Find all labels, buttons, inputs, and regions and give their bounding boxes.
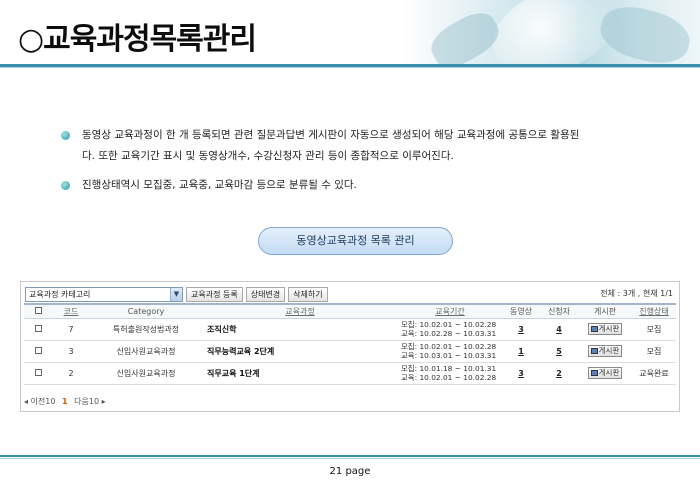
course-list-panel: 교육과정 카테고리 ▼ 교육과정 등록 상태변경 삭제하기 전체 : 3개 , … xyxy=(20,281,680,412)
column-header-board: 게시판 xyxy=(578,303,632,319)
select-all-checkbox-cell xyxy=(24,303,52,319)
row-checkbox-cell xyxy=(24,340,52,363)
description-list: 동영상 교육과정이 한 개 등록되면 관련 질문과답변 게시판이 자동으로 생성… xyxy=(58,125,648,196)
period-training: 교육: 10.02.01 ~ 10.02.28 xyxy=(401,373,497,382)
board-button-label: 게시판 xyxy=(598,346,620,355)
header-divider-thin xyxy=(0,67,700,68)
page-number: 21 page xyxy=(329,466,371,477)
column-header-code[interactable]: 코드 xyxy=(52,303,90,319)
cell-applicants-link[interactable]: 4 xyxy=(540,318,578,341)
cell-applicants-link[interactable]: 2 xyxy=(540,362,578,385)
board-icon xyxy=(590,348,598,354)
cell-period: 모집: 10.02.01 ~ 10.02.28 교육: 10.02.28 ~ 1… xyxy=(398,318,502,341)
toolbar: 교육과정 카테고리 ▼ 교육과정 등록 상태변경 삭제하기 xyxy=(25,286,328,302)
cell-applicants-link[interactable]: 5 xyxy=(540,340,578,363)
row-checkbox[interactable] xyxy=(34,368,42,376)
description-text: 동영상 교육과정이 한 개 등록되면 관련 질문과답변 게시판이 자동으로 생성… xyxy=(82,129,580,141)
cell-course-link[interactable]: 조직신학 xyxy=(202,318,398,341)
cell-category: 신입사원교육과정 xyxy=(90,340,202,363)
column-header-period[interactable]: 교육기간 xyxy=(398,303,502,319)
period-recruit: 모집: 10.02.01 ~ 10.02.28 xyxy=(401,342,497,351)
row-checkbox-cell xyxy=(24,318,52,341)
column-header-course[interactable]: 교육과정 xyxy=(202,303,398,319)
pager-next-link[interactable]: 다음10 ▸ xyxy=(74,397,105,406)
header-decoration-image xyxy=(400,0,700,64)
footer-divider xyxy=(0,455,700,457)
header: ○교육과정목록관리 xyxy=(0,0,700,64)
footer-divider-thin xyxy=(0,458,700,459)
category-select[interactable]: 교육과정 카테고리 ▼ xyxy=(25,286,183,302)
description-item: 진행상태역시 모집중, 교육중, 교육마감 등으로 분류될 수 있다. xyxy=(58,175,648,196)
description-text: 진행상태역시 모집중, 교육중, 교육마감 등으로 분류될 수 있다. xyxy=(82,179,357,191)
cell-board: 게시판 xyxy=(578,318,632,341)
cell-videos-link[interactable]: 3 xyxy=(502,318,540,341)
select-all-checkbox[interactable] xyxy=(34,306,42,314)
cell-code: 3 xyxy=(52,340,90,363)
cell-course-link[interactable]: 직무능력교육 2단계 xyxy=(202,340,398,363)
cell-category: 특허출원작성법과정 xyxy=(90,318,202,341)
cell-code: 7 xyxy=(52,318,90,341)
row-checkbox-cell xyxy=(24,362,52,385)
period-training: 교육: 10.02.28 ~ 10.03.31 xyxy=(401,329,497,338)
cell-status: 모집 xyxy=(632,340,676,363)
pagination: ◂ 이전10 1 다음10 ▸ xyxy=(24,396,106,407)
period-recruit: 모집: 10.01.18 ~ 10.01.31 xyxy=(401,364,497,373)
column-header-applicants: 신청자 xyxy=(540,303,578,319)
row-checkbox[interactable] xyxy=(34,324,42,332)
page-title: ○교육과정목록관리 xyxy=(18,22,257,57)
cell-board: 게시판 xyxy=(578,340,632,363)
cell-videos-link[interactable]: 3 xyxy=(502,362,540,385)
table-header-row: 코드 Category 교육과정 교육기간 동영상 신청자 게시판 진행상태 xyxy=(24,303,676,319)
pager-current-page[interactable]: 1 xyxy=(62,397,68,406)
chevron-down-icon[interactable]: ▼ xyxy=(170,287,182,301)
section-label-pill: 동영상교육과정 목록 관리 xyxy=(258,227,453,255)
board-icon xyxy=(590,326,598,332)
board-button[interactable]: 게시판 xyxy=(587,367,623,379)
period-recruit: 모집: 10.02.01 ~ 10.02.28 xyxy=(401,320,497,329)
description-text: 다. 또한 교육기간 표시 및 동영상개수, 수강신청자 관리 등이 종합적으로… xyxy=(82,150,454,162)
table-row: 7 특허출원작성법과정 조직신학 모집: 10.02.01 ~ 10.02.28… xyxy=(24,318,676,341)
cell-board: 게시판 xyxy=(578,362,632,385)
board-icon xyxy=(590,370,598,376)
category-select-value: 교육과정 카테고리 xyxy=(29,289,91,299)
bullet-icon xyxy=(61,181,70,190)
cell-category: 신입사원교육과정 xyxy=(90,362,202,385)
table-row: 3 신입사원교육과정 직무능력교육 2단계 모집: 10.02.01 ~ 10.… xyxy=(24,340,676,363)
cell-status: 모집 xyxy=(632,318,676,341)
list-summary: 전체 : 3개 , 현재 1/1 xyxy=(600,289,673,298)
course-table: 코드 Category 교육과정 교육기간 동영상 신청자 게시판 진행상태 7… xyxy=(24,303,676,385)
table-row: 2 신입사원교육과정 직무교육 1단계 모집: 10.01.18 ~ 10.01… xyxy=(24,362,676,385)
board-button[interactable]: 게시판 xyxy=(587,323,623,335)
cell-period: 모집: 10.01.18 ~ 10.01.31 교육: 10.02.01 ~ 1… xyxy=(398,362,502,385)
board-button-label: 게시판 xyxy=(598,324,620,333)
change-status-button[interactable]: 상태변경 xyxy=(245,286,286,302)
pager-prev-link[interactable]: ◂ 이전10 xyxy=(24,397,55,406)
column-header-videos: 동영상 xyxy=(502,303,540,319)
delete-button[interactable]: 삭제하기 xyxy=(288,286,328,302)
cell-code: 2 xyxy=(52,362,90,385)
bullet-icon xyxy=(61,131,70,140)
row-checkbox[interactable] xyxy=(34,346,42,354)
period-training: 교육: 10.03.01 ~ 10.03.31 xyxy=(401,351,497,360)
board-button-label: 게시판 xyxy=(598,368,620,377)
cell-videos-link[interactable]: 1 xyxy=(502,340,540,363)
cell-course-link[interactable]: 직무교육 1단계 xyxy=(202,362,398,385)
cell-status: 교육완료 xyxy=(632,362,676,385)
register-course-button[interactable]: 교육과정 등록 xyxy=(186,286,243,302)
column-header-category: Category xyxy=(90,303,202,319)
column-header-status[interactable]: 진행상태 xyxy=(632,303,676,319)
board-button[interactable]: 게시판 xyxy=(587,345,623,357)
cell-period: 모집: 10.02.01 ~ 10.02.28 교육: 10.03.01 ~ 1… xyxy=(398,340,502,363)
description-item: 동영상 교육과정이 한 개 등록되면 관련 질문과답변 게시판이 자동으로 생성… xyxy=(58,125,648,167)
